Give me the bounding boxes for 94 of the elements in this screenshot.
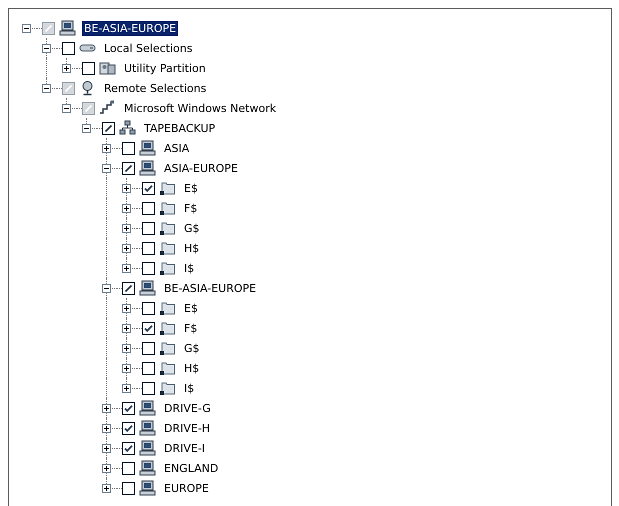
node-label[interactable]: H$ (182, 240, 202, 256)
shared-folder-icon (159, 200, 176, 216)
expander[interactable] (102, 464, 111, 473)
expander[interactable] (102, 164, 111, 173)
expander[interactable] (62, 104, 71, 113)
node-label[interactable]: H$ (182, 360, 202, 376)
checkbox[interactable] (122, 282, 135, 294)
shared-folder-icon (159, 300, 176, 316)
expander[interactable] (122, 224, 131, 233)
expander[interactable] (62, 64, 71, 73)
expander[interactable] (122, 204, 131, 213)
server-icon (59, 20, 76, 36)
expander[interactable] (102, 144, 111, 153)
node-label[interactable]: G$ (182, 220, 202, 236)
expander[interactable] (102, 284, 111, 293)
node-label[interactable]: F$ (182, 320, 200, 336)
node-label[interactable]: I$ (182, 380, 196, 396)
checkbox[interactable] (142, 262, 155, 274)
expander[interactable] (122, 184, 131, 193)
node-label[interactable]: DRIVE-I (162, 440, 208, 456)
node-label[interactable]: TAPEBACKUP (142, 120, 218, 136)
shared-folder-icon (159, 380, 176, 396)
node-label[interactable]: Local Selections (102, 40, 194, 56)
network-icon (99, 100, 116, 116)
checkbox[interactable] (122, 162, 135, 174)
checkbox[interactable] (122, 462, 135, 474)
node-label[interactable]: EUROPE (162, 480, 211, 496)
node-label[interactable]: G$ (182, 340, 202, 356)
expander[interactable] (102, 404, 111, 413)
checkbox[interactable] (142, 182, 155, 194)
checkbox[interactable] (102, 122, 115, 134)
shared-folder-icon (159, 360, 176, 376)
computer-icon (139, 420, 156, 436)
expander[interactable] (102, 444, 111, 453)
checkbox[interactable] (62, 42, 75, 54)
expander[interactable] (82, 124, 91, 133)
expander[interactable] (122, 344, 131, 353)
workgroup-icon (119, 120, 136, 136)
expander[interactable] (102, 484, 111, 493)
computer-icon (139, 400, 156, 416)
checkbox[interactable] (122, 142, 135, 154)
node-label[interactable]: ENGLAND (162, 460, 220, 476)
shared-folder-icon (159, 340, 176, 356)
checkbox[interactable] (122, 482, 135, 494)
computer-icon (139, 460, 156, 476)
node-label[interactable]: E$ (182, 300, 200, 316)
computer-icon (139, 480, 156, 496)
node-label[interactable]: BE-ASIA-EUROPE (162, 280, 258, 296)
expander[interactable] (22, 24, 31, 33)
shared-folder-icon (159, 320, 176, 336)
utility-icon (99, 60, 116, 76)
computer-icon (139, 280, 156, 296)
checkbox[interactable] (142, 222, 155, 234)
node-label[interactable]: DRIVE-G (162, 400, 213, 416)
checkbox[interactable] (122, 422, 135, 434)
expander[interactable] (122, 264, 131, 273)
computer-icon (139, 140, 156, 156)
computer-icon (139, 160, 156, 176)
checkbox[interactable] (62, 82, 75, 94)
shared-folder-icon (159, 260, 176, 276)
expander[interactable] (42, 44, 51, 53)
node-label[interactable]: Remote Selections (102, 80, 208, 96)
node-label[interactable]: DRIVE-H (162, 420, 212, 436)
shared-folder-icon (159, 240, 176, 256)
checkbox[interactable] (142, 382, 155, 394)
checkbox[interactable] (142, 302, 155, 314)
checkbox[interactable] (122, 402, 135, 414)
node-label[interactable]: ASIA-EUROPE (162, 160, 240, 176)
node-label[interactable]: F$ (182, 200, 200, 216)
expander[interactable] (122, 364, 131, 373)
expander[interactable] (102, 424, 111, 433)
node-label[interactable]: Utility Partition (122, 60, 208, 76)
node-label[interactable]: ASIA (162, 140, 192, 156)
checkbox[interactable] (82, 62, 95, 74)
checkbox[interactable] (42, 22, 55, 34)
node-label[interactable]: Microsoft Windows Network (122, 100, 278, 116)
node-label[interactable]: I$ (182, 260, 196, 276)
expander[interactable] (42, 84, 51, 93)
expander[interactable] (122, 304, 131, 313)
checkbox[interactable] (142, 342, 155, 354)
checkbox[interactable] (142, 362, 155, 374)
checkbox[interactable] (142, 322, 155, 334)
checkbox[interactable] (82, 102, 95, 114)
node-label[interactable]: BE-ASIA-EUROPE (82, 20, 178, 36)
expander[interactable] (122, 244, 131, 253)
computer-icon (139, 440, 156, 456)
checkbox[interactable] (142, 202, 155, 214)
expander[interactable] (122, 384, 131, 393)
expander[interactable] (122, 324, 131, 333)
checkbox[interactable] (122, 442, 135, 454)
shared-folder-icon (159, 180, 176, 196)
node-label[interactable]: E$ (182, 180, 200, 196)
checkbox[interactable] (142, 242, 155, 254)
shared-folder-icon (159, 220, 176, 236)
